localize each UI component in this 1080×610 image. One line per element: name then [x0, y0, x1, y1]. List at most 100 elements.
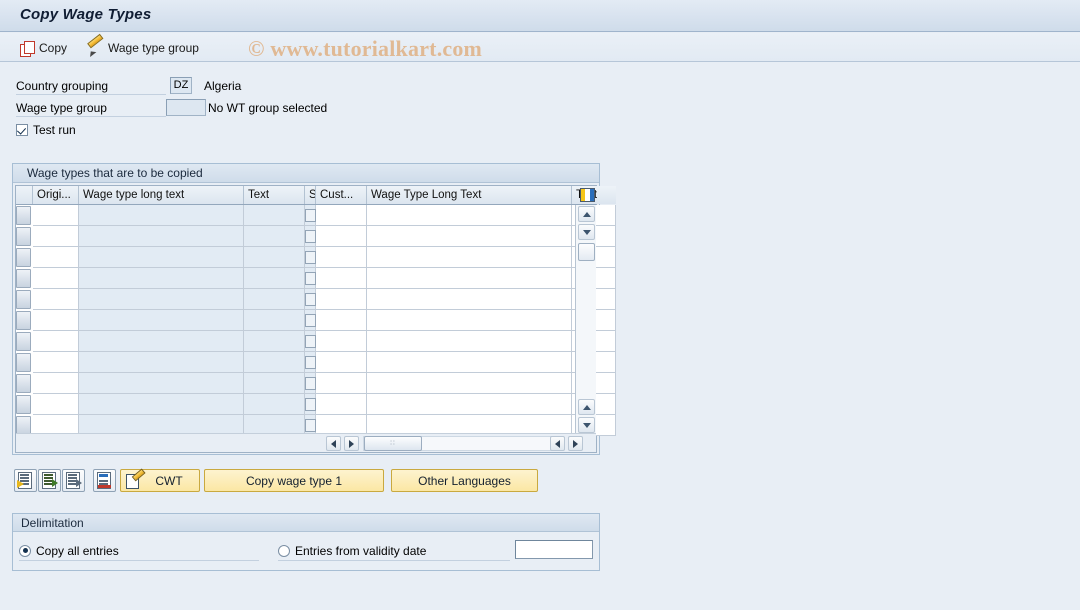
row-selector-button[interactable]: [16, 332, 31, 351]
row-selector-button[interactable]: [16, 227, 31, 246]
row-selector-button[interactable]: [16, 374, 31, 393]
table-cell-wtlt[interactable]: [79, 205, 244, 226]
table-cell-cust[interactable]: [316, 226, 367, 247]
row-checkbox[interactable]: [305, 314, 316, 327]
scroll-up-icon-bottom[interactable]: [578, 399, 595, 415]
scroll-right-icon[interactable]: [344, 436, 359, 451]
row-checkbox[interactable]: [305, 356, 316, 369]
table-cell-text1[interactable]: [244, 352, 305, 373]
table-cell-orig[interactable]: [33, 373, 79, 394]
table-cell-s[interactable]: [305, 247, 316, 268]
table-cell-cust[interactable]: [316, 247, 367, 268]
table-cell-cust[interactable]: [316, 289, 367, 310]
row-checkbox[interactable]: [305, 377, 316, 390]
table-cell-orig[interactable]: [33, 331, 79, 352]
table-cell-text1[interactable]: [244, 331, 305, 352]
scroll-up-icon[interactable]: [578, 206, 595, 222]
row-selector-button[interactable]: [16, 290, 31, 309]
table-cell-text1[interactable]: [244, 289, 305, 310]
table-cell-wtlt2[interactable]: [367, 247, 572, 268]
table-cell-cust[interactable]: [316, 331, 367, 352]
table-cell-orig[interactable]: [33, 352, 79, 373]
row-checkbox[interactable]: [305, 209, 316, 222]
table-cell-s[interactable]: [305, 205, 316, 226]
other-languages-button[interactable]: Other Languages: [391, 469, 538, 492]
table-cell-cust[interactable]: [316, 310, 367, 331]
wage-type-group-input[interactable]: [166, 99, 206, 116]
table-cell-wtlt[interactable]: [79, 352, 244, 373]
table-cell-cust[interactable]: [316, 352, 367, 373]
table-cell-text1[interactable]: [244, 205, 305, 226]
scroll-down-icon-bottom[interactable]: [578, 417, 595, 433]
table-row[interactable]: [16, 331, 616, 352]
grid-body[interactable]: [16, 205, 616, 436]
validity-date-input[interactable]: [515, 540, 593, 559]
table-cell-text1[interactable]: [244, 247, 305, 268]
copy-all-entries-radio[interactable]: [19, 544, 31, 557]
scroll-left-icon[interactable]: [326, 436, 341, 451]
row-checkbox[interactable]: [305, 230, 316, 243]
table-cell-wtlt[interactable]: [79, 226, 244, 247]
grid-header-wage-type-long-text-2[interactable]: Wage Type Long Text: [367, 186, 572, 204]
grid-header-select[interactable]: [16, 186, 33, 204]
cwt-button[interactable]: CWT: [120, 469, 200, 492]
table-cell-s[interactable]: [305, 352, 316, 373]
table-row[interactable]: [16, 289, 616, 310]
table-cell-s[interactable]: [305, 289, 316, 310]
table-cell-orig[interactable]: [33, 205, 79, 226]
table-settings-icon[interactable]: [580, 188, 595, 202]
row-selector-button[interactable]: [16, 395, 31, 414]
document-yellow-arrow-icon[interactable]: [14, 469, 37, 492]
document-red-bar-icon[interactable]: [93, 469, 116, 492]
table-cell-cust[interactable]: [316, 268, 367, 289]
table-cell-cust[interactable]: [316, 205, 367, 226]
table-cell-wtlt2[interactable]: [367, 289, 572, 310]
table-cell-s[interactable]: [305, 373, 316, 394]
entries-from-validity-date-radio[interactable]: [278, 544, 290, 557]
table-cell-wtlt[interactable]: [79, 268, 244, 289]
horizontal-scroll-thumb[interactable]: ∶∶: [364, 436, 422, 451]
row-selector-button[interactable]: [16, 269, 31, 288]
table-cell-wtlt2[interactable]: [367, 268, 572, 289]
table-cell-text1[interactable]: [244, 373, 305, 394]
row-checkbox[interactable]: [305, 272, 316, 285]
grid-header-origin[interactable]: Origi...: [33, 186, 79, 204]
row-checkbox[interactable]: [305, 251, 316, 264]
wage-type-group-button[interactable]: Wage type group: [82, 37, 205, 58]
vertical-scroll-thumb[interactable]: [578, 243, 595, 261]
document-white-arrow-icon[interactable]: [62, 469, 85, 492]
table-cell-wtlt[interactable]: [79, 289, 244, 310]
row-selector-button[interactable]: [16, 311, 31, 330]
table-cell-s[interactable]: [305, 226, 316, 247]
table-cell-orig[interactable]: [33, 394, 79, 415]
scroll-left-icon-2[interactable]: [550, 436, 565, 451]
grid-header-customer[interactable]: Cust...: [316, 186, 367, 204]
table-row[interactable]: [16, 352, 616, 373]
row-selector-button[interactable]: [16, 248, 31, 267]
scroll-right-icon-2[interactable]: [568, 436, 583, 451]
grid-header-text-1[interactable]: Text: [244, 186, 305, 204]
table-cell-orig[interactable]: [33, 247, 79, 268]
grid-vertical-scrollbar[interactable]: [575, 205, 596, 434]
row-checkbox[interactable]: [305, 293, 316, 306]
row-checkbox[interactable]: [305, 419, 316, 432]
table-row[interactable]: [16, 205, 616, 226]
table-cell-text1[interactable]: [244, 394, 305, 415]
grid-header-wage-type-long-text[interactable]: Wage type long text: [79, 186, 244, 204]
table-cell-wtlt[interactable]: [79, 310, 244, 331]
test-run-checkbox[interactable]: [16, 124, 28, 136]
table-cell-wtlt2[interactable]: [367, 226, 572, 247]
table-cell-wtlt[interactable]: [79, 373, 244, 394]
table-cell-wtlt[interactable]: [79, 247, 244, 268]
table-cell-wtlt2[interactable]: [367, 373, 572, 394]
table-cell-s[interactable]: [305, 268, 316, 289]
table-cell-orig[interactable]: [33, 310, 79, 331]
table-row[interactable]: [16, 247, 616, 268]
copy-button[interactable]: Copy: [14, 37, 73, 58]
table-cell-s[interactable]: [305, 331, 316, 352]
table-cell-s[interactable]: [305, 310, 316, 331]
grid-header-s[interactable]: S: [305, 186, 316, 204]
grid-horizontal-scrollbar[interactable]: ∶∶: [16, 433, 596, 452]
table-row[interactable]: [16, 394, 616, 415]
table-cell-text1[interactable]: [244, 226, 305, 247]
